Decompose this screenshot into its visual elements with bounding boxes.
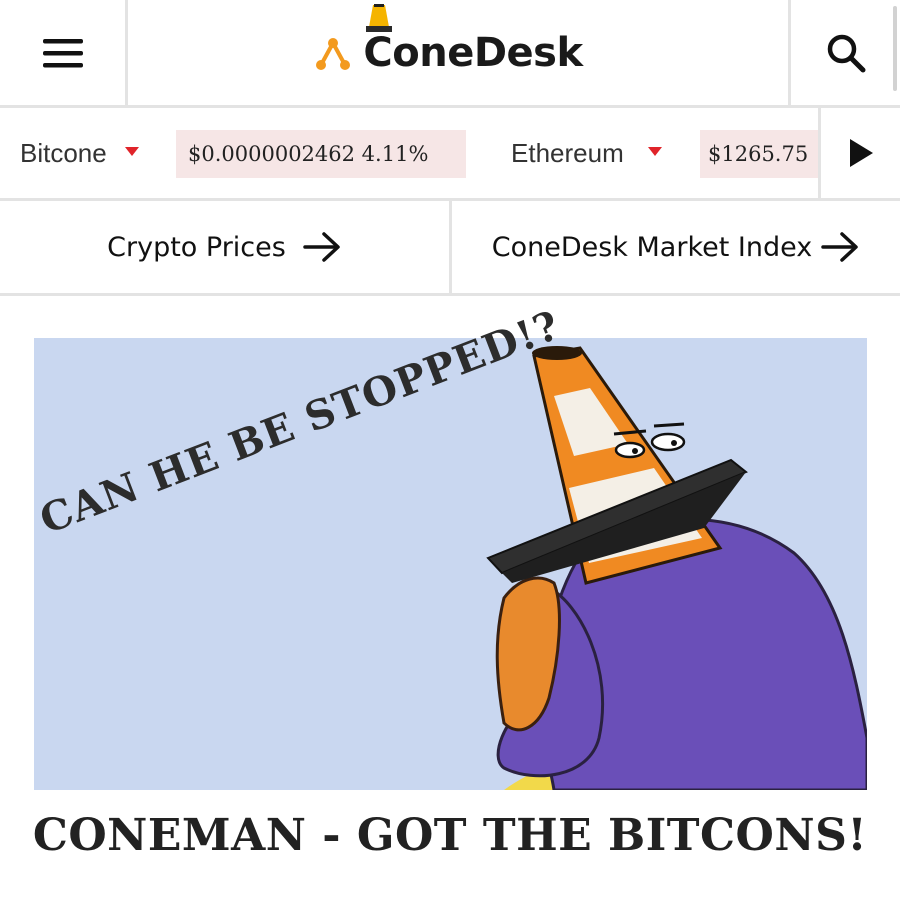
search-button[interactable] [788,0,900,105]
search-icon [827,34,865,72]
price-down-icon [124,146,139,156]
menu-button[interactable] [0,0,128,105]
site-header: ConeDesk [0,0,900,108]
ticker-price: $0.0000002462 4.11% [176,130,466,178]
arrow-right-icon [303,232,340,262]
logo-text: ConeDesk [363,29,583,76]
ticker-price: $1265.75 [700,130,820,178]
play-icon [849,139,873,167]
quick-links: Crypto Prices ConeDesk Market Index [0,201,900,296]
crypto-prices-link[interactable]: Crypto Prices [0,201,452,293]
price-down-icon [647,146,662,156]
hero-image[interactable] [34,338,867,790]
scrollbar[interactable] [893,6,897,91]
ticker-coin-name: Bitcone [20,137,107,168]
article-headline[interactable]: CONEMAN - GOT THE BITCONS! [0,810,900,861]
site-logo[interactable]: ConeDesk [128,0,788,105]
link-label: Crypto Prices [107,231,286,263]
ticker-coin-name: Ethereum [511,137,624,168]
price-ticker: Bitcone $0.0000002462 4.11% Ethereum $12… [0,108,900,201]
ticker-item-ethereum[interactable]: Ethereum [511,108,662,198]
hamburger-icon [42,38,83,67]
cone-man-illustration [486,346,867,790]
market-index-link[interactable]: ConeDesk Market Index [452,201,900,293]
link-label: ConeDesk Market Index [491,231,813,263]
ticker-play-button[interactable] [818,108,900,198]
arrow-right-icon [821,232,858,262]
ticker-item-bitcone[interactable]: Bitcone [20,108,139,198]
logo-mark-icon [316,37,351,70]
